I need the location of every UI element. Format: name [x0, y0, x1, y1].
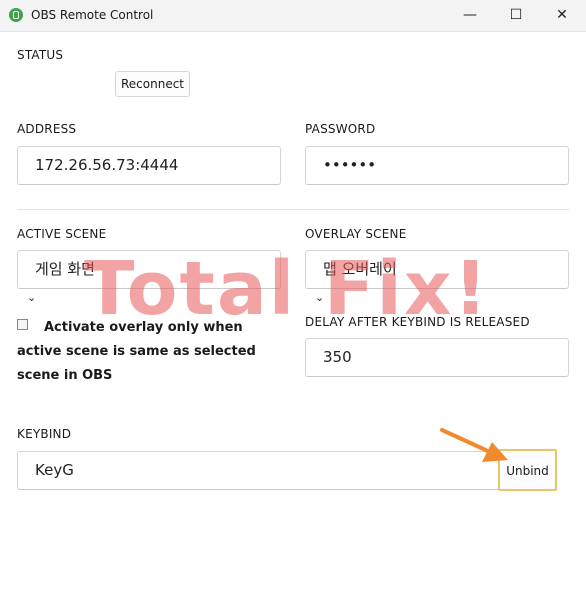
delay-input[interactable]: 350: [305, 338, 569, 377]
maximize-button[interactable]: ☐: [493, 0, 539, 31]
app-lock-icon: [9, 8, 23, 22]
window-title: OBS Remote Control: [31, 8, 154, 22]
status-label: STATUS: [17, 48, 64, 62]
address-input[interactable]: 172.26.56.73:4444: [17, 146, 281, 185]
section-divider: [17, 209, 569, 210]
watermark-text: Total Fix!: [84, 246, 490, 332]
minimize-button[interactable]: —: [447, 0, 493, 31]
password-label: PASSWORD: [305, 122, 376, 136]
keybind-input[interactable]: KeyG: [17, 451, 501, 490]
keybind-label: KEYBIND: [17, 427, 72, 441]
overlay-scene-label: OVERLAY SCENE: [305, 227, 407, 241]
chevron-down-icon[interactable]: ⌄: [27, 291, 36, 304]
password-input[interactable]: ••••••: [305, 146, 569, 185]
title-bar: OBS Remote Control — ☐ ✕: [0, 0, 586, 32]
arrow-annotation-icon: [440, 428, 508, 462]
close-button[interactable]: ✕: [539, 0, 585, 31]
address-label: ADDRESS: [17, 122, 77, 136]
active-scene-label: ACTIVE SCENE: [17, 227, 107, 241]
reconnect-button[interactable]: Reconnect: [115, 71, 190, 97]
